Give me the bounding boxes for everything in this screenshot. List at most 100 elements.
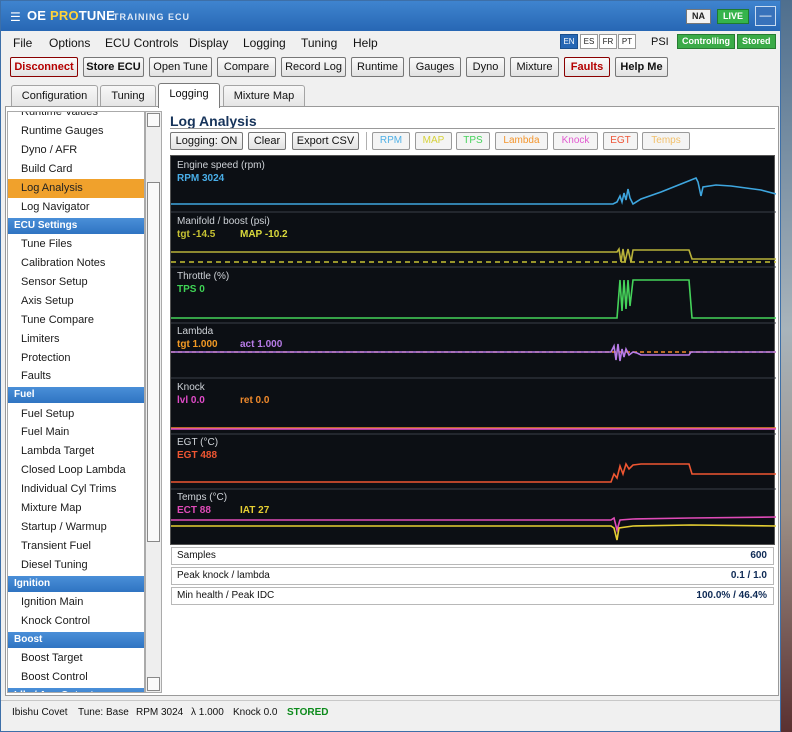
- pane-title-knock: Knock: [177, 382, 206, 393]
- app-title-suffix: TUNE: [78, 8, 115, 23]
- stat-value: 600: [750, 550, 767, 561]
- sidebar-item-lambda-target[interactable]: Lambda Target: [8, 442, 144, 461]
- sidebar-item-startup-warmup[interactable]: Startup / Warmup: [8, 518, 144, 537]
- channel-lambda-toggle[interactable]: Lambda: [495, 132, 548, 150]
- lang-pt-button[interactable]: PT: [618, 34, 636, 49]
- channel-rpm-toggle[interactable]: RPM: [372, 132, 410, 150]
- record-log-button[interactable]: Record Log: [281, 57, 346, 77]
- log-chart-canvas: Engine speed (rpm) RPM 3024 Manifold / b…: [171, 160, 776, 541]
- compare-button[interactable]: Compare: [217, 57, 276, 77]
- stat-row-peak-knock: Peak knock / lambda 0.1 / 1.0: [171, 567, 774, 585]
- scroll-thumb[interactable]: [147, 182, 160, 542]
- sidebar-item-ignition-main[interactable]: Ignition Main: [8, 593, 144, 612]
- menu-options[interactable]: Options: [49, 36, 90, 50]
- menu-help[interactable]: Help: [353, 36, 378, 50]
- menu-logging[interactable]: Logging: [243, 36, 286, 50]
- readout-rpm: RPM 3024: [177, 173, 225, 184]
- sidebar-item-build-card[interactable]: Build Card: [8, 160, 144, 179]
- status-bar: Ibishu Covet Tune: Base RPM 3024 λ 1.000…: [1, 700, 780, 722]
- tab-logging[interactable]: Logging: [158, 83, 220, 108]
- sidebar-item-dyno-afr[interactable]: Dyno / AFR: [8, 141, 144, 160]
- live-badge: LIVE: [717, 9, 750, 24]
- sidebar-item-calibration-notes[interactable]: Calibration Notes: [8, 254, 144, 273]
- stat-row-health: Min health / Peak IDC 100.0% / 46.4%: [171, 587, 774, 605]
- readout-knock-level: lvl 0.0: [177, 395, 205, 406]
- lang-es-button[interactable]: ES: [580, 34, 598, 49]
- sidebar-item-individual-cyl-trims[interactable]: Individual Cyl Trims: [8, 480, 144, 499]
- desktop-background: [780, 0, 792, 732]
- open-tune-button[interactable]: Open Tune: [149, 57, 212, 77]
- sidebar-item-fuel-main[interactable]: Fuel Main: [8, 423, 144, 442]
- gauges-button[interactable]: Gauges: [409, 57, 461, 77]
- mixture-button[interactable]: Mixture: [510, 57, 559, 77]
- scroll-down-arrow[interactable]: [147, 677, 160, 691]
- sidebar-item-boost-target[interactable]: Boost Target: [8, 649, 144, 668]
- sidebar-item-fuel-setup[interactable]: Fuel Setup: [8, 405, 144, 424]
- channel-tps-toggle[interactable]: TPS: [456, 132, 490, 150]
- sidebar-item-protection[interactable]: Protection: [8, 349, 144, 368]
- trace-map: [171, 246, 776, 263]
- sidebar-section-ignition: Ignition: [8, 576, 144, 593]
- scroll-up-arrow[interactable]: [147, 113, 160, 127]
- sidebar-item-tune-files[interactable]: Tune Files: [8, 235, 144, 254]
- lang-en-button[interactable]: EN: [560, 34, 578, 49]
- dyno-button[interactable]: Dyno: [466, 57, 505, 77]
- channel-map-toggle[interactable]: MAP: [415, 132, 452, 150]
- faults-button[interactable]: Faults: [564, 57, 610, 77]
- log-chart[interactable]: Engine speed (rpm) RPM 3024 Manifold / b…: [170, 155, 776, 545]
- toolbar-separator: [366, 132, 367, 150]
- menu-ecu-controls[interactable]: ECU Controls: [105, 36, 178, 50]
- tab-mixture-map[interactable]: Mixture Map: [223, 85, 305, 107]
- sidebar-item-log-analysis[interactable]: Log Analysis: [8, 178, 144, 198]
- logging-toggle-button[interactable]: Logging: ON: [170, 132, 243, 150]
- sidebar-item-runtime-gauges[interactable]: Runtime Gauges: [8, 122, 144, 141]
- sidebar-item-sensor-setup[interactable]: Sensor Setup: [8, 273, 144, 292]
- pane-title-egt: EGT (°C): [177, 437, 218, 448]
- sidebar-item-faults[interactable]: Faults: [8, 367, 144, 386]
- minimize-button[interactable]: —: [755, 6, 776, 26]
- tab-configuration[interactable]: Configuration: [11, 85, 98, 107]
- app-title: OE PROTUNE: [27, 8, 115, 23]
- sidebar-item-transient-fuel[interactable]: Transient Fuel: [8, 537, 144, 556]
- stat-label: Peak knock / lambda: [177, 570, 270, 581]
- sidebar-section-ecu-settings: ECU Settings: [8, 217, 144, 234]
- sidebar-item-tune-compare[interactable]: Tune Compare: [8, 311, 144, 330]
- trace-tps: [171, 279, 776, 319]
- sidebar-nav: Runtime Values Runtime Gauges Dyno / AFR Bu…: [7, 111, 145, 693]
- na-badge: NA: [686, 9, 711, 24]
- pane-title-rpm: Engine speed (rpm): [177, 160, 265, 171]
- sidebar-item-log-navigator[interactable]: Log Navigator: [8, 198, 144, 217]
- menu-tuning[interactable]: Tuning: [301, 36, 337, 50]
- channel-egt-toggle[interactable]: EGT: [603, 132, 638, 150]
- sidebar-item-mixture-map[interactable]: Mixture Map: [8, 499, 144, 518]
- lang-fr-button[interactable]: FR: [599, 34, 617, 49]
- unit-selector[interactable]: PSI: [651, 36, 669, 48]
- store-ecu-button[interactable]: Store ECU: [83, 57, 144, 77]
- channel-knock-toggle[interactable]: Knock: [553, 132, 598, 150]
- sidebar-item-knock-control[interactable]: Knock Control: [8, 612, 144, 631]
- sidebar-scrollbar[interactable]: [145, 111, 162, 693]
- menu-file[interactable]: File: [13, 36, 32, 50]
- app-title-accent: PRO: [50, 8, 79, 23]
- sidebar-item-diesel-tuning[interactable]: Diesel Tuning: [8, 556, 144, 575]
- readout-lambda-actual: act 1.000: [240, 339, 283, 350]
- runtime-button[interactable]: Runtime: [351, 57, 404, 77]
- disconnect-button[interactable]: Disconnect: [10, 57, 78, 77]
- sidebar-item-axis-setup[interactable]: Axis Setup: [8, 292, 144, 311]
- hamburger-icon[interactable]: ☰: [10, 10, 21, 24]
- pane-separators: [171, 211, 776, 490]
- sidebar-item-runtime-values[interactable]: Runtime Values: [8, 112, 144, 122]
- clear-log-button[interactable]: Clear: [248, 132, 286, 150]
- stat-label: Samples: [177, 550, 216, 561]
- main-tabs: Configuration Tuning Logging Mixture Map: [1, 83, 780, 108]
- sidebar-item-boost-control[interactable]: Boost Control: [8, 668, 144, 687]
- help-me-button[interactable]: Help Me: [615, 57, 668, 77]
- tab-tuning[interactable]: Tuning: [100, 85, 156, 107]
- sidebar-item-limiters[interactable]: Limiters: [8, 330, 144, 349]
- sidebar-item-closed-loop-lambda[interactable]: Closed Loop Lambda: [8, 461, 144, 480]
- menu-display[interactable]: Display: [189, 36, 228, 50]
- export-csv-button[interactable]: Export CSV: [292, 132, 359, 150]
- app-title-prefix: OE: [27, 8, 50, 23]
- status-vehicle: Ibishu Covet: [12, 707, 68, 718]
- channel-temps-toggle[interactable]: Temps: [642, 132, 690, 150]
